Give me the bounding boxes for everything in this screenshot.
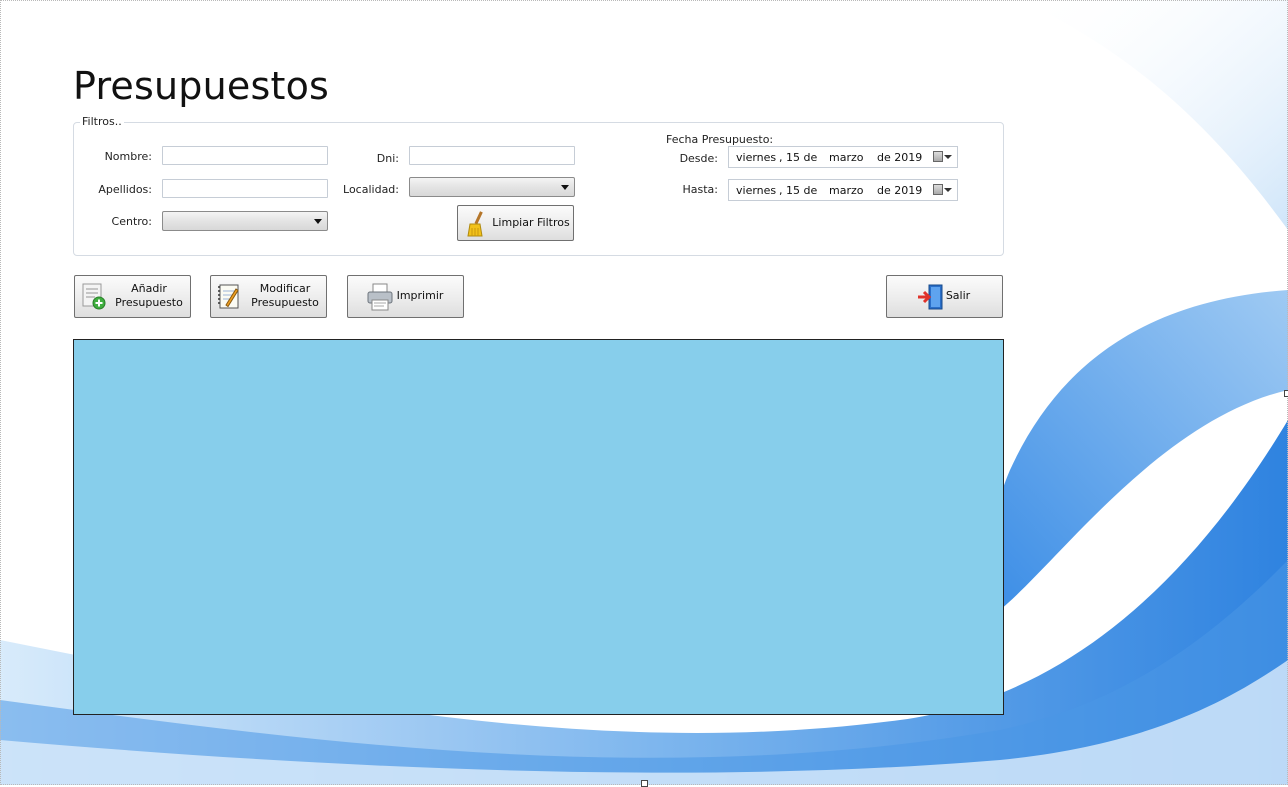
fecha-heading: Fecha Presupuesto: xyxy=(666,133,774,146)
add-label-line1: Añadir xyxy=(131,282,167,295)
apellidos-input[interactable] xyxy=(162,179,328,198)
hasta-weekday: viernes xyxy=(736,184,777,197)
localidad-combobox[interactable] xyxy=(409,177,575,197)
broom-icon xyxy=(467,211,483,237)
desde-weekday: viernes xyxy=(736,151,777,164)
modify-presupuesto-button[interactable]: Modificar Presupuesto xyxy=(210,275,327,318)
chevron-down-icon[interactable] xyxy=(944,155,952,159)
apellidos-label: Apellidos: xyxy=(98,183,152,196)
hasta-label: Hasta: xyxy=(682,183,718,196)
clear-filters-button[interactable]: Limpiar Filtros xyxy=(457,205,574,241)
printer-icon xyxy=(367,283,393,311)
exit-door-icon xyxy=(918,284,943,310)
print-button[interactable]: Imprimir xyxy=(347,275,464,318)
filters-group: Filtros.. Nombre: Apellidos: Centro: Dni… xyxy=(73,115,1004,256)
hasta-year: de 2019 xyxy=(877,184,923,197)
resize-handle-bottom[interactable] xyxy=(641,780,648,787)
print-label: Imprimir xyxy=(396,289,444,302)
exit-button[interactable]: Salir xyxy=(886,275,1003,318)
desde-day: , 15 de xyxy=(779,151,818,164)
modify-label-line1: Modificar xyxy=(259,282,311,295)
chevron-down-icon[interactable] xyxy=(944,188,952,192)
dni-label: Dni: xyxy=(376,152,399,165)
nombre-label: Nombre: xyxy=(104,150,152,163)
chevron-down-icon xyxy=(314,219,322,224)
hasta-day: , 15 de xyxy=(779,184,818,197)
localidad-label: Localidad: xyxy=(343,183,399,196)
centro-combobox[interactable] xyxy=(162,211,328,231)
dni-input[interactable] xyxy=(409,146,575,165)
page-title: Presupuestos xyxy=(73,64,330,108)
desde-month: marzo xyxy=(829,151,864,164)
filters-legend: Filtros.. xyxy=(80,115,124,128)
hasta-month: marzo xyxy=(829,184,864,197)
desde-date-picker[interactable]: viernes , 15 de marzo de 2019 xyxy=(728,146,958,168)
calendar-icon[interactable] xyxy=(933,184,943,195)
presupuestos-grid[interactable] xyxy=(73,339,1004,715)
add-document-icon xyxy=(82,283,106,310)
modify-label-line2: Presupuesto xyxy=(251,296,319,309)
nombre-input[interactable] xyxy=(162,146,328,165)
add-presupuesto-button[interactable]: Añadir Presupuesto xyxy=(74,275,191,318)
clear-filters-label: Limpiar Filtros xyxy=(492,216,570,229)
chevron-down-icon xyxy=(561,185,569,190)
desde-year: de 2019 xyxy=(877,151,923,164)
resize-handle-right[interactable] xyxy=(1284,390,1288,397)
desde-label: Desde: xyxy=(679,152,718,165)
centro-label: Centro: xyxy=(111,215,152,228)
exit-label: Salir xyxy=(945,289,971,302)
hasta-date-picker[interactable]: viernes , 15 de marzo de 2019 xyxy=(728,179,958,201)
add-label-line2: Presupuesto xyxy=(115,296,183,309)
edit-notepad-icon xyxy=(218,284,239,309)
calendar-icon[interactable] xyxy=(933,151,943,162)
